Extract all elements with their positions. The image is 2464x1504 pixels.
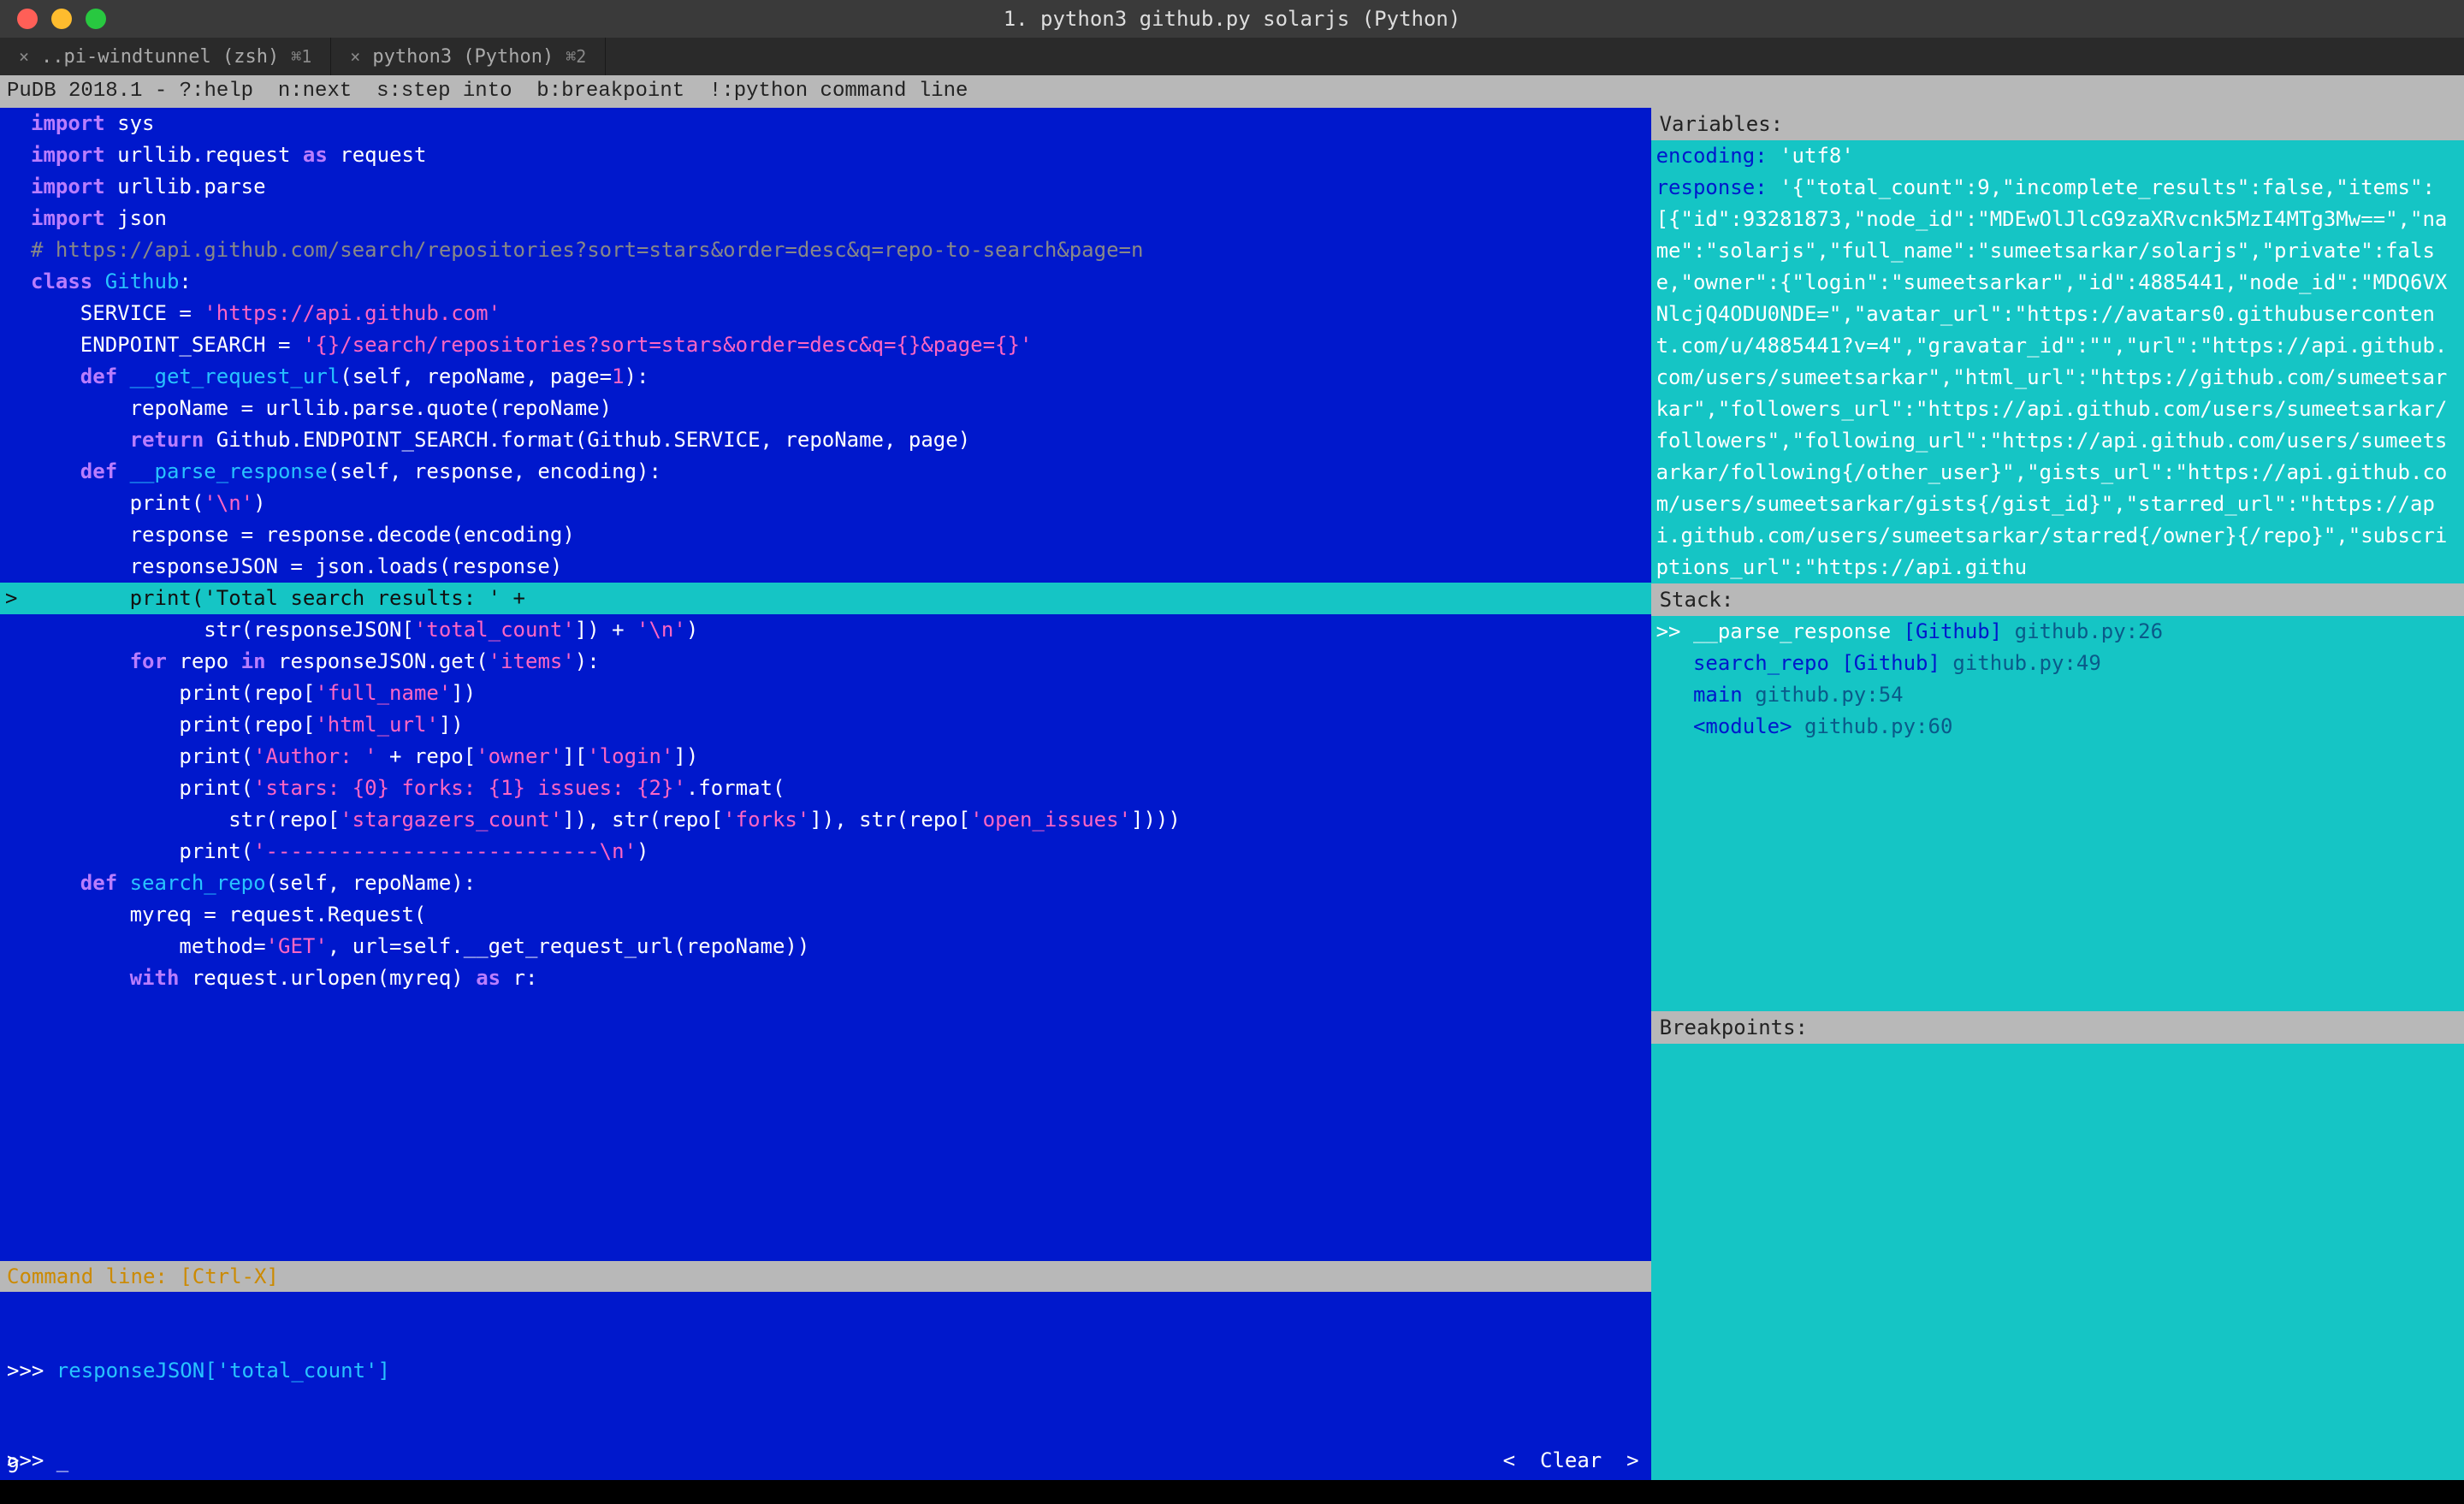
source-line[interactable]: print('Author: ' + repo['owner']['login'… bbox=[0, 741, 1651, 773]
source-line[interactable]: print('\n') bbox=[0, 488, 1651, 519]
source-line[interactable]: print('stars: {0} forks: {1} issues: {2}… bbox=[0, 773, 1651, 804]
close-icon[interactable]: × bbox=[350, 46, 360, 67]
source-line[interactable]: for repo in responseJSON.get('items'): bbox=[0, 646, 1651, 678]
source-line[interactable]: import json bbox=[0, 203, 1651, 234]
source-line[interactable]: def __parse_response(self, response, enc… bbox=[0, 456, 1651, 488]
stack-frame[interactable]: main github.py:54 bbox=[1656, 679, 2459, 711]
repl-clear-button[interactable]: < Clear > bbox=[1503, 1445, 1639, 1477]
source-panel[interactable]: import sysimport urllib.request as reque… bbox=[0, 108, 1651, 1261]
tab-shortcut: ⌘2 bbox=[566, 46, 586, 67]
source-line[interactable]: import sys bbox=[0, 108, 1651, 139]
variable-row[interactable]: response: '{"total_count":9,"incomplete_… bbox=[1656, 172, 2459, 583]
left-column: import sysimport urllib.request as reque… bbox=[0, 108, 1651, 1480]
source-line[interactable]: responseJSON = json.loads(response) bbox=[0, 551, 1651, 583]
source-line[interactable]: ENDPOINT_SEARCH = '{}/search/repositorie… bbox=[0, 329, 1651, 361]
source-line[interactable]: print('---------------------------\n') bbox=[0, 836, 1651, 867]
breakpoints-panel[interactable]: Breakpoints: bbox=[1651, 1011, 2464, 1480]
window-zoom-icon[interactable] bbox=[86, 9, 106, 29]
repl-prompt: >>> bbox=[7, 1359, 56, 1383]
source-line[interactable]: str(responseJSON['total_count']) + '\n') bbox=[0, 614, 1651, 646]
source-line[interactable]: with request.urlopen(myreq) as r: bbox=[0, 962, 1651, 994]
repl-input[interactable]: responseJSON['total_count'] bbox=[56, 1359, 390, 1383]
source-line[interactable]: return Github.ENDPOINT_SEARCH.format(Git… bbox=[0, 424, 1651, 456]
tab-label: ..pi-windtunnel (zsh) bbox=[41, 46, 279, 68]
source-line[interactable]: method='GET', url=self.__get_request_url… bbox=[0, 931, 1651, 962]
window-minimize-icon[interactable] bbox=[51, 9, 72, 29]
terminal-tab-2[interactable]: × python3 (Python) ⌘2 bbox=[331, 38, 606, 75]
stack-frame[interactable]: search_repo [Github] github.py:49 bbox=[1656, 648, 2459, 679]
terminal-tab-bar: × ..pi-windtunnel (zsh) ⌘1 × python3 (Py… bbox=[0, 38, 2464, 75]
stack-header: Stack: bbox=[1651, 583, 2464, 616]
source-line[interactable]: def __get_request_url(self, repoName, pa… bbox=[0, 361, 1651, 393]
pudb-help-bar: PuDB 2018.1 - ?:help n:next s:step into … bbox=[0, 75, 2464, 108]
source-line[interactable]: myreq = request.Request( bbox=[0, 899, 1651, 931]
titlebar: 1. python3 github.py solarjs (Python) bbox=[0, 0, 2464, 38]
variable-row[interactable]: encoding: 'utf8' bbox=[1656, 140, 2459, 172]
source-line[interactable]: def search_repo(self, repoName): bbox=[0, 867, 1651, 899]
close-icon[interactable]: × bbox=[19, 46, 29, 67]
pudb-main: import sysimport urllib.request as reque… bbox=[0, 108, 2464, 1480]
command-line-panel[interactable]: >>> responseJSON['total_count'] 9 >>> _ … bbox=[0, 1292, 1651, 1480]
traffic-lights bbox=[0, 9, 106, 29]
source-line[interactable]: > print('Total search results: ' + bbox=[0, 583, 1651, 614]
source-line[interactable]: print(repo['html_url']) bbox=[0, 709, 1651, 741]
terminal-tab-1[interactable]: × ..pi-windtunnel (zsh) ⌘1 bbox=[0, 38, 331, 75]
source-line[interactable]: # https://api.github.com/search/reposito… bbox=[0, 234, 1651, 266]
source-line[interactable]: repoName = urllib.parse.quote(repoName) bbox=[0, 393, 1651, 424]
command-line-header: Command line: [Ctrl-X] bbox=[0, 1261, 1651, 1292]
source-line[interactable]: str(repo['stargazers_count']), str(repo[… bbox=[0, 804, 1651, 836]
tab-label: python3 (Python) bbox=[372, 46, 554, 68]
variables-header: Variables: bbox=[1651, 108, 2464, 140]
source-line[interactable]: import urllib.request as request bbox=[0, 139, 1651, 171]
right-column: Variables: encoding: 'utf8'response: '{"… bbox=[1651, 108, 2464, 1480]
source-line[interactable]: SERVICE = 'https://api.github.com' bbox=[0, 298, 1651, 329]
source-line[interactable]: print(repo['full_name']) bbox=[0, 678, 1651, 709]
window-close-icon[interactable] bbox=[17, 9, 38, 29]
variables-panel[interactable]: Variables: encoding: 'utf8'response: '{"… bbox=[1651, 108, 2464, 583]
source-line[interactable]: import urllib.parse bbox=[0, 171, 1651, 203]
breakpoints-header: Breakpoints: bbox=[1651, 1011, 2464, 1044]
source-line[interactable]: class Github: bbox=[0, 266, 1651, 298]
source-line[interactable]: response = response.decode(encoding) bbox=[0, 519, 1651, 551]
stack-panel[interactable]: Stack: >> __parse_response [Github] gith… bbox=[1651, 583, 2464, 1011]
window-title: 1. python3 github.py solarjs (Python) bbox=[1004, 7, 1461, 31]
stack-frame[interactable]: >> __parse_response [Github] github.py:2… bbox=[1656, 616, 2459, 648]
app-window: 1. python3 github.py solarjs (Python) × … bbox=[0, 0, 2464, 1504]
tab-shortcut: ⌘1 bbox=[291, 46, 311, 67]
stack-frame[interactable]: <module> github.py:60 bbox=[1656, 711, 2459, 743]
repl-prompt-bottom[interactable]: >>> _ bbox=[7, 1445, 68, 1477]
